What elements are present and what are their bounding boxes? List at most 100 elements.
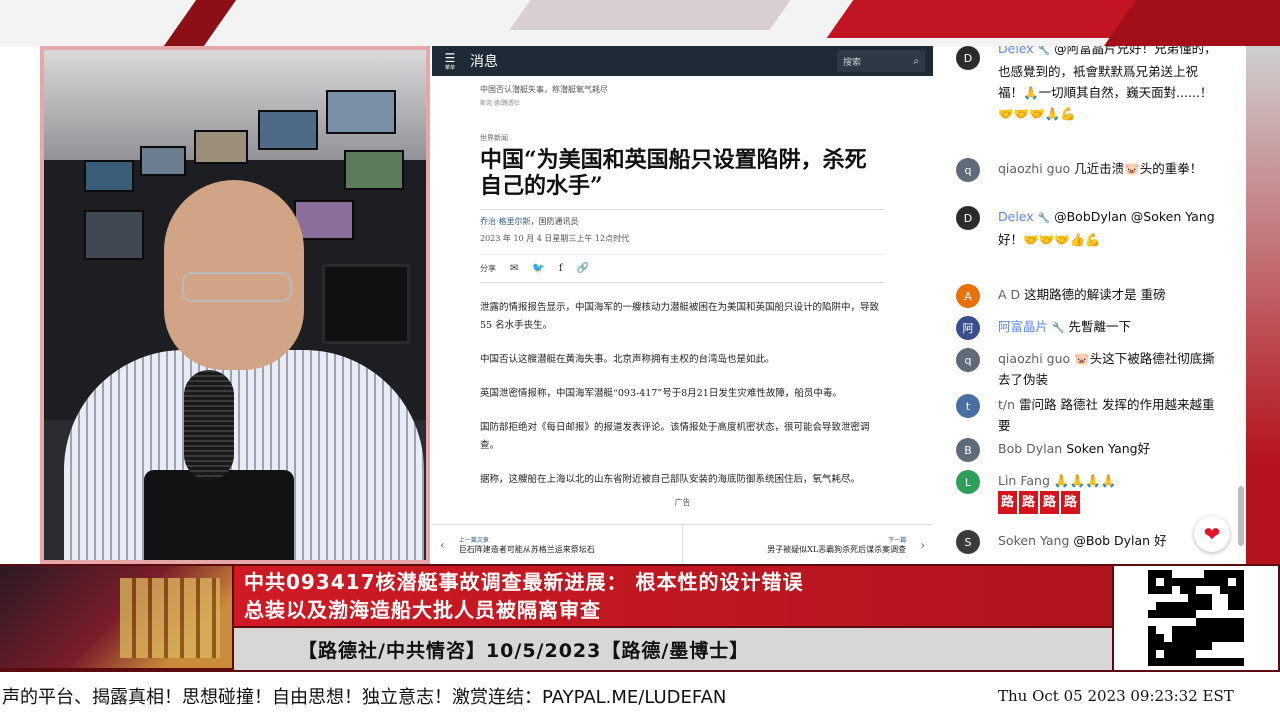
article-body: 中国否认潜艇失事，称潜艇氧气耗尽 斯克·德/路透社 世界新闻 中国“为美国和英国… xyxy=(432,76,933,508)
chat-message: D Delex 🔧 @阿富晶片兄好！兄弟懂的，也感覺到的，衹會默默爲兄弟送上祝福… xyxy=(956,46,1236,124)
chat-message: L Lin Fang 🙏🙏🙏🙏 路路路路 xyxy=(956,470,1236,514)
ad-label: 广告 xyxy=(674,498,691,507)
article-headline: 中国“为美国和英国船只设置陷阱，杀死自己的水手” xyxy=(480,147,867,199)
emoji-chip: 路 xyxy=(1019,491,1039,514)
share-bar: 分享 ✉ 🐦 f 🔗 xyxy=(480,254,885,283)
heart-icon: ❤ xyxy=(1203,522,1221,546)
email-icon[interactable]: ✉ xyxy=(510,263,518,274)
twitter-icon[interactable]: 🐦 xyxy=(532,263,544,274)
live-chat: D Delex 🔧 @阿富晶片兄好！兄弟懂的，也感覺到的，衹會默默爲兄弟送上祝福… xyxy=(950,46,1246,564)
search-icon: ⌕ xyxy=(913,55,919,67)
subtitle-text: 【路德社/中共情咨】10/5/2023【路德/墨博士】 xyxy=(298,639,750,662)
chat-author[interactable]: Bob Dylan xyxy=(998,441,1062,456)
chat-text: @阿富晶片兄好！兄弟懂的，也感覺到的，衹會默默爲兄弟送上祝福！🙏一切順其自然，巍… xyxy=(998,46,1217,121)
prev-title: 巨石阵建造者可能从苏格兰运来祭坛石 xyxy=(458,544,595,554)
article-paragraph: 国防部拒绝对《每日邮报》的报道发表评论。该情报处于高度机密状态，很可能会导致泄密… xyxy=(480,422,870,451)
chat-author[interactable]: Soken Yang xyxy=(998,533,1069,548)
banner-headline: 中共093417核潜艇事故调查最新进展： 根本性的设计错误 总装以及渤海造船大批… xyxy=(234,566,1112,626)
article-paragraph: 中国否认这艘潜艇在黄海失事。北京声称拥有主权的台湾岛也是如此。 xyxy=(480,354,775,365)
avatar[interactable]: D xyxy=(956,46,980,70)
article-caption: 中国否认潜艇失事，称潜艇氧气耗尽 xyxy=(480,85,608,94)
menu-label: 菜单 xyxy=(444,64,455,71)
chat-text: 先暫離一下 xyxy=(1068,319,1131,334)
hamburger-icon: ☰ xyxy=(444,50,456,65)
chat-message: A A D 这期路德的解读才是 重磅 xyxy=(956,284,1236,308)
article-paragraph: 泄露的情报报告显示，中国海军的一艘核动力潜艇被困在为美国和英国船只设计的陷阱中，… xyxy=(480,302,880,331)
chat-text: Soken Yang好 xyxy=(1066,441,1151,456)
chat-author[interactable]: 阿富晶片 xyxy=(998,319,1048,334)
next-title: 男子被疑似XL恶霸狗杀死后谋杀案调查 xyxy=(767,544,907,554)
article-pager: ‹ 上一篇文章 巨石阵建造者可能从苏格兰运来祭坛石 下一篇 男子被疑似XL恶霸狗… xyxy=(432,524,933,564)
chat-author[interactable]: A D xyxy=(998,287,1020,302)
chat-author[interactable]: Delex xyxy=(998,209,1034,224)
chat-text: 这期路德的解读才是 重磅 xyxy=(1024,287,1166,302)
next-label: 下一篇 xyxy=(888,536,907,544)
facebook-icon[interactable]: f xyxy=(559,263,563,274)
news-thumbnail xyxy=(0,566,232,668)
clock: Thu Oct 05 2023 09:23:32 EST xyxy=(998,687,1234,705)
chat-message: t t/n 雷问路 路德社 发挥的作用越来越重要 xyxy=(956,394,1236,436)
chevron-right-icon: › xyxy=(920,537,925,552)
avatar[interactable]: A xyxy=(956,284,980,308)
top-decoration xyxy=(0,0,1280,46)
wrench-icon: 🔧 xyxy=(1037,213,1051,224)
chat-text: 🙏🙏🙏🙏 xyxy=(1053,473,1117,488)
stream-frame: ☰ 菜单 消息 搜索 ⌕ 中国否认潜艇失事，称潜艇氧气耗尽 斯克·德/路透社 世… xyxy=(0,0,1280,720)
chat-message: D Delex 🔧 @BobDylan @Soken Yang 好！🤝🤝🤝👍💪 xyxy=(956,206,1236,250)
heart-reaction-button[interactable]: ❤ xyxy=(1194,516,1230,552)
wrench-icon: 🔧 xyxy=(1037,46,1051,56)
avatar[interactable]: S xyxy=(956,530,980,554)
author-line: 乔治·格里尔斯，国防通讯员 xyxy=(480,209,885,227)
link-icon[interactable]: 🔗 xyxy=(577,263,589,274)
chat-author[interactable]: Delex xyxy=(998,46,1034,56)
headline-line-1: 中共093417核潜艇事故调查最新进展： 根本性的设计错误 xyxy=(244,570,804,594)
section-title: 消息 xyxy=(470,54,498,70)
news-nav-bar: ☰ 菜单 消息 搜索 ⌕ xyxy=(432,46,933,76)
webcam-feed xyxy=(40,46,430,564)
headline-line-2: 总装以及渤海造船大批人员被隔离审查 xyxy=(244,598,601,622)
chat-author[interactable]: qiaozhi guo xyxy=(998,161,1070,176)
chat-message: q qiaozhi guo 🐷头这下被路德社彻底撕去了伪装 xyxy=(956,348,1236,390)
chat-text: 雷问路 路德社 发挥的作用越来越重要 xyxy=(998,397,1215,433)
author-name[interactable]: 乔治·格里尔斯 xyxy=(480,217,531,226)
banner-subtitle: 【路德社/中共情咨】10/5/2023【路德/墨博士】 xyxy=(234,628,1112,670)
emoji-chip: 路 xyxy=(998,491,1018,514)
chat-message: q qiaozhi guo 几近击溃🐷头的重拳！ xyxy=(956,158,1236,182)
avatar[interactable]: 阿 xyxy=(956,316,980,340)
avatar[interactable]: t xyxy=(956,394,980,418)
emoji-chip: 路 xyxy=(1040,491,1060,514)
avatar[interactable]: q xyxy=(956,348,980,372)
chevron-left-icon: ‹ xyxy=(440,537,445,552)
chat-author[interactable]: Lin Fang xyxy=(998,473,1050,488)
wrench-icon: 🔧 xyxy=(1052,323,1065,334)
emoji-chip: 路 xyxy=(1061,491,1081,514)
avatar[interactable]: B xyxy=(956,438,980,462)
search-placeholder: 搜索 xyxy=(843,57,862,68)
share-label: 分享 xyxy=(480,264,496,273)
bottom-ticker: 声的平台、揭露真相！思想碰撞！自由思想！独立意志！激赏连结：PAYPAL.ME/… xyxy=(0,672,1280,720)
next-article-link[interactable]: 下一篇 男子被疑似XL恶霸狗杀死后谋杀案调查 › xyxy=(683,525,933,564)
section-tag[interactable]: 世界新闻 xyxy=(480,133,885,143)
qr-code-icon xyxy=(1148,570,1244,666)
qr-code xyxy=(1114,566,1278,670)
prev-article-link[interactable]: ‹ 上一篇文章 巨石阵建造者可能从苏格兰运来祭坛石 xyxy=(432,525,683,564)
chat-author[interactable]: t/n xyxy=(998,397,1015,412)
news-article-window: ☰ 菜单 消息 搜索 ⌕ 中国否认潜艇失事，称潜艇氧气耗尽 斯克·德/路透社 世… xyxy=(432,46,933,564)
author-org: ，国防通讯员 xyxy=(530,217,579,226)
prev-label: 上一篇文章 xyxy=(458,536,489,544)
chat-author[interactable]: qiaozhi guo xyxy=(998,351,1070,366)
avatar[interactable]: D xyxy=(956,206,980,230)
article-paragraph: 据称，这艘船在上海以北的山东省附近被自己部队安装的海底防御系统困住后，氧气耗尽。 xyxy=(480,474,861,485)
photo-credit: 斯克·德/路透社 xyxy=(480,100,520,107)
right-decoration xyxy=(1246,46,1280,566)
publish-date: 2023 年 10 月 4 日星期三上午 12点时代 xyxy=(480,234,630,243)
chat-scrollbar[interactable] xyxy=(1238,486,1244,546)
ticker-text: 声的平台、揭露真相！思想碰撞！自由思想！独立意志！激赏连结：PAYPAL.ME/… xyxy=(2,687,727,708)
avatar[interactable]: L xyxy=(956,470,980,494)
avatar[interactable]: q xyxy=(956,158,980,182)
article-paragraph: 英国泄密情报称，中国海军潜艇“093-417”号于8月21日发生灾难性故障，船员… xyxy=(480,388,842,399)
menu-button[interactable]: ☰ 菜单 xyxy=(440,52,460,71)
search-input[interactable]: 搜索 ⌕ xyxy=(837,50,925,72)
chat-text: @Bob Dylan 好 xyxy=(1073,533,1167,548)
chat-message: B Bob Dylan Soken Yang好 xyxy=(956,438,1236,462)
